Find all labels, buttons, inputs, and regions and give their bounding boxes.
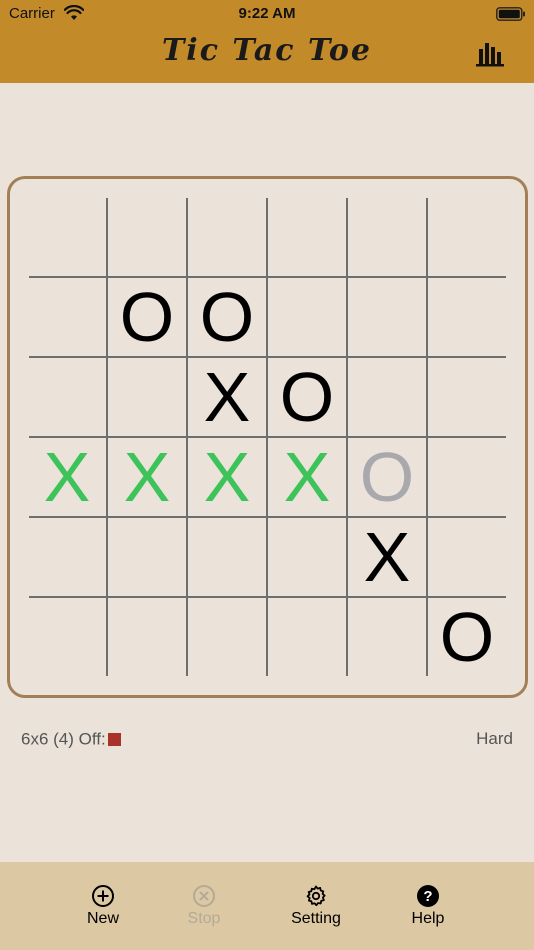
new-button[interactable]: New xyxy=(58,884,148,928)
x-circle-icon xyxy=(193,885,215,907)
board-mark-x: X xyxy=(364,518,411,596)
board-mark-o: O xyxy=(280,358,334,436)
board-cell-5-3[interactable] xyxy=(267,597,347,677)
board-cell-1-3[interactable] xyxy=(267,277,347,357)
help-button[interactable]: ? Help xyxy=(383,884,473,928)
board-cell-1-5[interactable] xyxy=(427,277,507,357)
off-indicator xyxy=(107,733,121,747)
board-cell-4-3[interactable] xyxy=(267,517,347,597)
game-board[interactable]: O OX OX X X X OXO xyxy=(0,0,534,950)
bottom-toolbar: New Stop Setting ? Help xyxy=(0,862,534,950)
board-mark-x: X xyxy=(44,438,91,516)
board-cell-0-3[interactable] xyxy=(267,197,347,277)
board-mark-o: O xyxy=(200,278,254,356)
board-cell-2-5[interactable] xyxy=(427,357,507,437)
board-cell-0-1[interactable] xyxy=(107,197,187,277)
stop-label: Stop xyxy=(187,910,221,927)
board-cell-2-4[interactable] xyxy=(347,357,427,437)
new-label: New xyxy=(86,910,119,927)
board-mark-o: O xyxy=(120,278,174,356)
svg-text:?: ? xyxy=(423,888,432,905)
setting-label: Setting xyxy=(291,910,341,927)
board-cell-5-0[interactable] xyxy=(27,597,107,677)
board-cell-2-1[interactable] xyxy=(107,357,187,437)
board-cell-1-4[interactable] xyxy=(347,277,427,357)
board-cell-4-2[interactable] xyxy=(187,517,267,597)
board-cell-3-5[interactable] xyxy=(427,437,507,517)
board-cell-2-0[interactable] xyxy=(27,357,107,437)
board-cell-0-4[interactable] xyxy=(347,197,427,277)
board-cell-5-2[interactable] xyxy=(187,597,267,677)
board-mark-x: X xyxy=(124,438,171,516)
board-mark-x: X xyxy=(204,438,251,516)
gear-icon xyxy=(306,885,326,907)
board-mark-x: X xyxy=(284,438,331,516)
plus-circle-icon xyxy=(92,885,114,907)
board-mark-x: X xyxy=(204,358,251,436)
board-cell-5-4[interactable] xyxy=(347,597,427,677)
question-circle-icon: ? xyxy=(417,885,439,907)
game-mode-info: 6x6 (4) Off: xyxy=(21,729,121,750)
board-cell-1-0[interactable] xyxy=(27,277,107,357)
board-cell-0-0[interactable] xyxy=(27,197,107,277)
board-cell-0-5[interactable] xyxy=(427,197,507,277)
board-cell-5-1[interactable] xyxy=(107,597,187,677)
difficulty-label: Hard xyxy=(476,729,513,748)
stop-button[interactable]: Stop xyxy=(159,884,249,928)
board-mark-o: O xyxy=(360,438,414,516)
board-cell-4-1[interactable] xyxy=(107,517,187,597)
board-cell-4-0[interactable] xyxy=(27,517,107,597)
board-cell-0-2[interactable] xyxy=(187,197,267,277)
board-cell-4-5[interactable] xyxy=(427,517,507,597)
help-label: Help xyxy=(411,910,445,927)
setting-button[interactable]: Setting xyxy=(271,884,361,928)
board-mark-o: O xyxy=(440,598,494,676)
game-mode-label: 6x6 (4) Off: xyxy=(21,729,106,749)
